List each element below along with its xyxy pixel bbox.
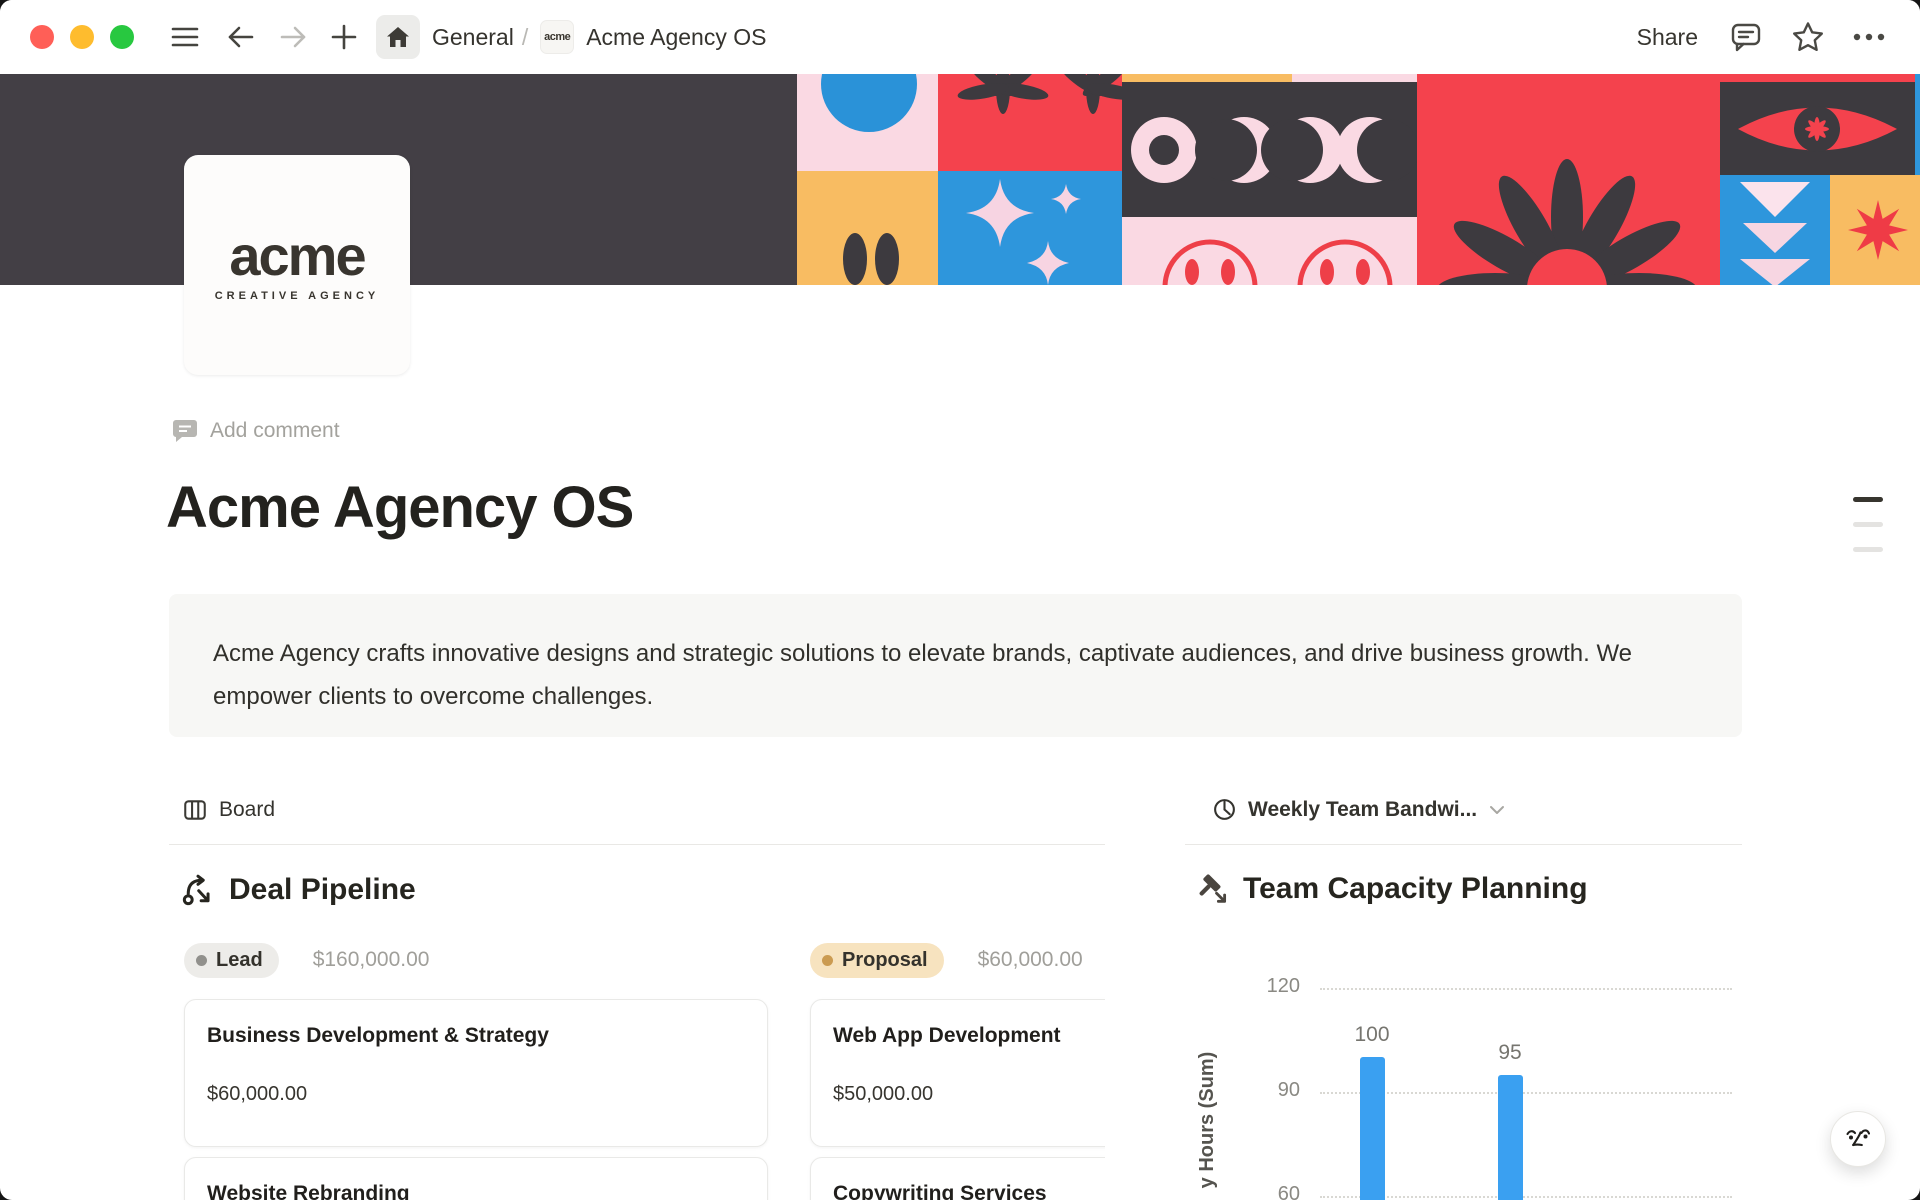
- home-icon[interactable]: [376, 15, 420, 59]
- cover-tile-flower: [1417, 74, 1720, 285]
- status-label: Lead: [216, 949, 263, 972]
- pipeline-icon: [180, 872, 216, 908]
- cover-tile-eye: [1720, 82, 1915, 175]
- toc-item: [1853, 522, 1883, 527]
- toc-item: [1853, 547, 1883, 552]
- hammer-icon: [1196, 872, 1230, 906]
- sidebar-menu-icon[interactable]: [170, 25, 200, 49]
- page-title[interactable]: Acme Agency OS: [166, 474, 633, 541]
- status-badge-lead: Lead: [184, 943, 279, 978]
- cover-tile-sparkles: [938, 171, 1122, 285]
- deal-card-title: Copywriting Services: [833, 1182, 1105, 1200]
- breadcrumb-separator: /: [522, 24, 528, 51]
- ai-face-icon: [1842, 1123, 1874, 1155]
- deal-pipeline-label: Deal Pipeline: [229, 873, 416, 907]
- bar-value-label: 95: [1480, 1041, 1540, 1065]
- new-tab-icon[interactable]: [330, 23, 358, 51]
- capacity-bar-chart: y Hours (Sum) 120 90 60 100 95: [1185, 940, 1742, 1200]
- zoom-window-button[interactable]: [110, 25, 134, 49]
- more-options-icon[interactable]: [1852, 32, 1886, 42]
- add-comment-label: Add comment: [210, 419, 340, 443]
- deal-pipeline-board: Lead $160,000.00 Business Development & …: [169, 940, 1105, 1200]
- deal-card-amount: $60,000.00: [207, 1083, 745, 1106]
- description-text: Acme Agency crafts innovative designs an…: [213, 640, 1632, 710]
- column-sum: $60,000.00: [978, 948, 1083, 972]
- forward-icon[interactable]: [278, 24, 308, 50]
- status-dot-icon: [822, 955, 833, 966]
- y-axis-tick: 60: [1240, 1183, 1300, 1200]
- tab-weekly-team-bandwidth[interactable]: Weekly Team Bandwi...: [1212, 797, 1506, 822]
- board-view-icon: [182, 797, 208, 823]
- deal-pipeline-heading[interactable]: Deal Pipeline: [180, 872, 416, 908]
- chart-section-divider: [1185, 844, 1742, 845]
- cover-tile-edge-blue: [1915, 74, 1920, 175]
- deal-card[interactable]: Website Rebranding: [184, 1157, 768, 1200]
- toc-item-active: [1853, 497, 1883, 502]
- minimize-window-button[interactable]: [70, 25, 94, 49]
- capacity-bar[interactable]: [1360, 1057, 1385, 1200]
- page-icon-tagline: CREATIVE AGENCY: [215, 290, 380, 302]
- deal-card[interactable]: Business Development & Strategy $60,000.…: [184, 999, 768, 1147]
- y-axis-tick: 120: [1240, 975, 1300, 998]
- status-label: Proposal: [842, 949, 928, 972]
- cover-tile-sliver-pink: [1292, 74, 1417, 82]
- close-window-button[interactable]: [30, 25, 54, 49]
- cover-tile-sliver-red: [1720, 74, 1915, 82]
- team-capacity-label: Team Capacity Planning: [1243, 872, 1588, 906]
- page-icon[interactable]: acme CREATIVE AGENCY: [184, 155, 410, 375]
- chart-view-tab-label: Weekly Team Bandwi...: [1248, 798, 1477, 822]
- back-icon[interactable]: [226, 24, 256, 50]
- breadcrumb-page-icon[interactable]: acme: [540, 20, 574, 54]
- status-badge-proposal: Proposal: [810, 943, 944, 978]
- window-titlebar: General / acme Acme Agency OS Share: [0, 0, 1920, 74]
- board-column-lead: Lead $160,000.00 Business Development & …: [184, 940, 768, 1200]
- table-of-contents-indicator[interactable]: [1853, 497, 1883, 572]
- cover-tile-outline-smileys: [1122, 217, 1417, 285]
- favorite-star-icon[interactable]: [1790, 19, 1826, 55]
- cover-tile-star: [1830, 175, 1920, 285]
- y-axis-label: y Hours (Sum): [1196, 1040, 1220, 1200]
- bar-value-label: 100: [1342, 1023, 1402, 1047]
- pie-clock-icon: [1212, 797, 1237, 822]
- capacity-bar[interactable]: [1498, 1075, 1523, 1200]
- cover-tile-triangles: [1720, 175, 1830, 285]
- board-tab-label: Board: [219, 798, 275, 822]
- deal-card-title: Web App Development: [833, 1024, 1105, 1048]
- app-window: General / acme Acme Agency OS Share: [0, 0, 1920, 1200]
- status-dot-icon: [196, 955, 207, 966]
- cover-tile-smiley: [797, 171, 938, 285]
- share-button[interactable]: Share: [1637, 24, 1698, 51]
- y-axis-tick: 90: [1240, 1079, 1300, 1102]
- comment-bubble-icon: [172, 418, 198, 444]
- deal-card[interactable]: Copywriting Services: [810, 1157, 1105, 1200]
- add-comment-button[interactable]: Add comment: [172, 418, 340, 444]
- breadcrumb-page[interactable]: Acme Agency OS: [586, 24, 766, 51]
- page-icon-brand: acme: [229, 228, 364, 284]
- description-callout[interactable]: Acme Agency crafts innovative designs an…: [169, 594, 1742, 737]
- comments-icon[interactable]: [1728, 19, 1764, 55]
- notion-ai-button[interactable]: [1830, 1111, 1886, 1167]
- board-section-divider: [169, 844, 1105, 845]
- team-capacity-heading[interactable]: Team Capacity Planning: [1196, 872, 1588, 906]
- cover-tile-leaves: [938, 74, 1122, 171]
- board-column-proposal: Proposal $60,000.00 Web App Development …: [810, 940, 1105, 1200]
- deal-card[interactable]: Web App Development $50,000.00: [810, 999, 1105, 1147]
- deal-card-title: Business Development & Strategy: [207, 1024, 745, 1048]
- deal-card-title: Website Rebranding: [207, 1182, 745, 1200]
- cover-tile-sliver-orange: [1122, 74, 1292, 82]
- breadcrumb-root[interactable]: General: [432, 24, 514, 51]
- tab-board-view[interactable]: Board: [182, 797, 275, 823]
- chevron-down-icon: [1488, 803, 1506, 817]
- column-sum: $160,000.00: [313, 948, 430, 972]
- cover-tile-pink-circle: [797, 74, 938, 171]
- deal-card-amount: $50,000.00: [833, 1083, 1105, 1106]
- cover-tile-oddc-shapes: [1122, 82, 1417, 217]
- gridline: [1320, 988, 1732, 990]
